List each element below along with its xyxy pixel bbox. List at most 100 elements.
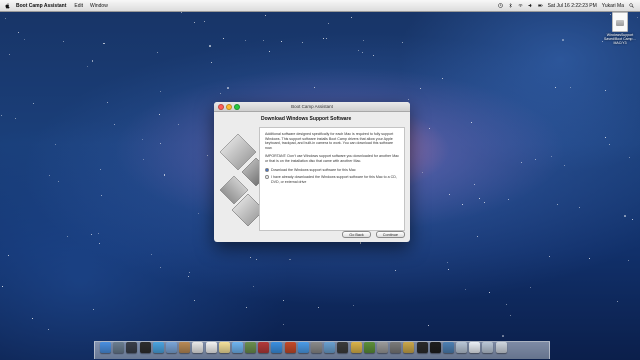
star <box>402 41 404 43</box>
activity-monitor-icon[interactable] <box>416 342 428 353</box>
desktop-file-icon[interactable]: WindowsSupport Saved/Boot Camp… MAC/Y3 <box>604 12 636 45</box>
star <box>87 65 89 67</box>
boot-camp-assistant-icon[interactable] <box>390 342 402 353</box>
star <box>427 325 429 327</box>
window-body: Download Windows Support Software Additi… <box>214 112 410 242</box>
applications-folder-icon[interactable] <box>482 342 494 353</box>
star <box>448 194 450 196</box>
star <box>373 54 375 56</box>
keychain-icon[interactable] <box>403 342 415 353</box>
edit-menu[interactable]: Edit <box>74 3 83 9</box>
trash-icon[interactable] <box>495 342 507 353</box>
download-radio[interactable] <box>265 167 269 172</box>
star <box>193 299 195 301</box>
menu-extras: Sat Jul 16 2:22:23 PM Yukari Ma <box>497 3 640 9</box>
itunes-icon[interactable] <box>271 342 283 353</box>
mission-control-icon[interactable] <box>126 342 138 353</box>
contacts-icon[interactable] <box>179 342 191 353</box>
star <box>323 37 324 39</box>
download-option[interactable]: Download the Windows support software fo… <box>265 168 399 173</box>
wifi-icon[interactable] <box>517 3 523 8</box>
star <box>448 268 450 270</box>
star <box>252 286 254 288</box>
directory-icon[interactable] <box>350 342 362 353</box>
star <box>91 59 94 62</box>
mail-icon[interactable] <box>165 342 177 353</box>
star <box>419 87 421 89</box>
already-downloaded-label: I have already downloaded the Windows su… <box>271 175 397 184</box>
star <box>188 271 190 273</box>
star <box>616 300 618 302</box>
star <box>17 31 19 33</box>
network-utility-icon[interactable] <box>363 342 375 353</box>
star <box>66 236 68 237</box>
continue-button[interactable]: Continue <box>375 231 405 238</box>
disk-utility-icon[interactable] <box>376 342 388 353</box>
star <box>421 172 423 174</box>
star <box>1 286 3 288</box>
finder-icon[interactable] <box>100 342 111 353</box>
button-row: Go Back Continue <box>342 231 405 238</box>
already-downloaded-radio[interactable] <box>265 175 269 180</box>
preview-icon[interactable] <box>324 342 336 353</box>
star <box>554 86 556 88</box>
safari-icon[interactable] <box>152 342 164 353</box>
dashboard-icon[interactable] <box>139 342 151 353</box>
star <box>604 136 606 138</box>
volume-icon[interactable] <box>528 3 533 8</box>
menu-clock[interactable]: Sat Jul 16 2:22:23 PM <box>548 3 597 9</box>
star <box>159 91 161 92</box>
star <box>15 117 17 119</box>
window-titlebar[interactable]: Boot Camp Assistant <box>214 102 410 112</box>
window-menu[interactable]: Window <box>90 3 108 9</box>
launchpad-icon[interactable] <box>113 342 125 353</box>
star <box>395 269 396 271</box>
spotlight-icon[interactable] <box>629 3 634 8</box>
messages-icon[interactable] <box>231 342 243 353</box>
apple-menu-icon[interactable] <box>5 2 10 9</box>
app-menu[interactable]: Boot Camp Assistant <box>16 3 66 9</box>
star <box>268 51 270 53</box>
console-icon[interactable] <box>337 342 349 353</box>
star <box>556 203 558 205</box>
photo-booth-icon[interactable] <box>258 342 270 353</box>
star <box>4 17 6 19</box>
close-button[interactable] <box>218 104 224 110</box>
time-machine-icon[interactable] <box>497 3 503 8</box>
minimize-button[interactable] <box>226 104 232 110</box>
app-store-icon[interactable] <box>297 342 309 353</box>
calendar-icon[interactable] <box>192 342 204 353</box>
already-downloaded-option[interactable]: I have already downloaded the Windows su… <box>265 175 399 184</box>
star <box>325 37 327 39</box>
star <box>608 143 610 145</box>
document-icon <box>612 12 628 32</box>
books-icon[interactable] <box>284 342 296 353</box>
user-menu[interactable]: Yukari Ma <box>602 3 624 9</box>
star <box>530 286 531 288</box>
description-paragraph: Additional software designed specificall… <box>265 132 394 150</box>
star <box>564 165 565 167</box>
star <box>474 183 476 185</box>
star <box>151 254 152 256</box>
notes-icon[interactable] <box>218 342 230 353</box>
star <box>509 315 511 317</box>
facetime-icon[interactable] <box>245 342 257 353</box>
star <box>579 207 580 209</box>
documents-folder-icon[interactable] <box>469 342 481 353</box>
zoom-button[interactable] <box>234 104 240 110</box>
star <box>246 307 248 309</box>
battery-icon[interactable] <box>537 3 543 8</box>
star <box>637 16 638 18</box>
bluetooth-icon[interactable] <box>508 3 513 8</box>
star <box>628 157 630 159</box>
star <box>521 161 523 163</box>
terminal-icon[interactable] <box>429 342 441 353</box>
reminders-icon[interactable] <box>205 342 217 353</box>
star <box>588 257 590 259</box>
go-back-button[interactable]: Go Back <box>342 231 371 238</box>
star <box>548 255 550 257</box>
system-preferences-icon[interactable] <box>311 342 322 353</box>
downloads-folder-icon[interactable] <box>456 342 468 353</box>
grapher-icon[interactable] <box>442 342 454 353</box>
star <box>357 49 359 51</box>
